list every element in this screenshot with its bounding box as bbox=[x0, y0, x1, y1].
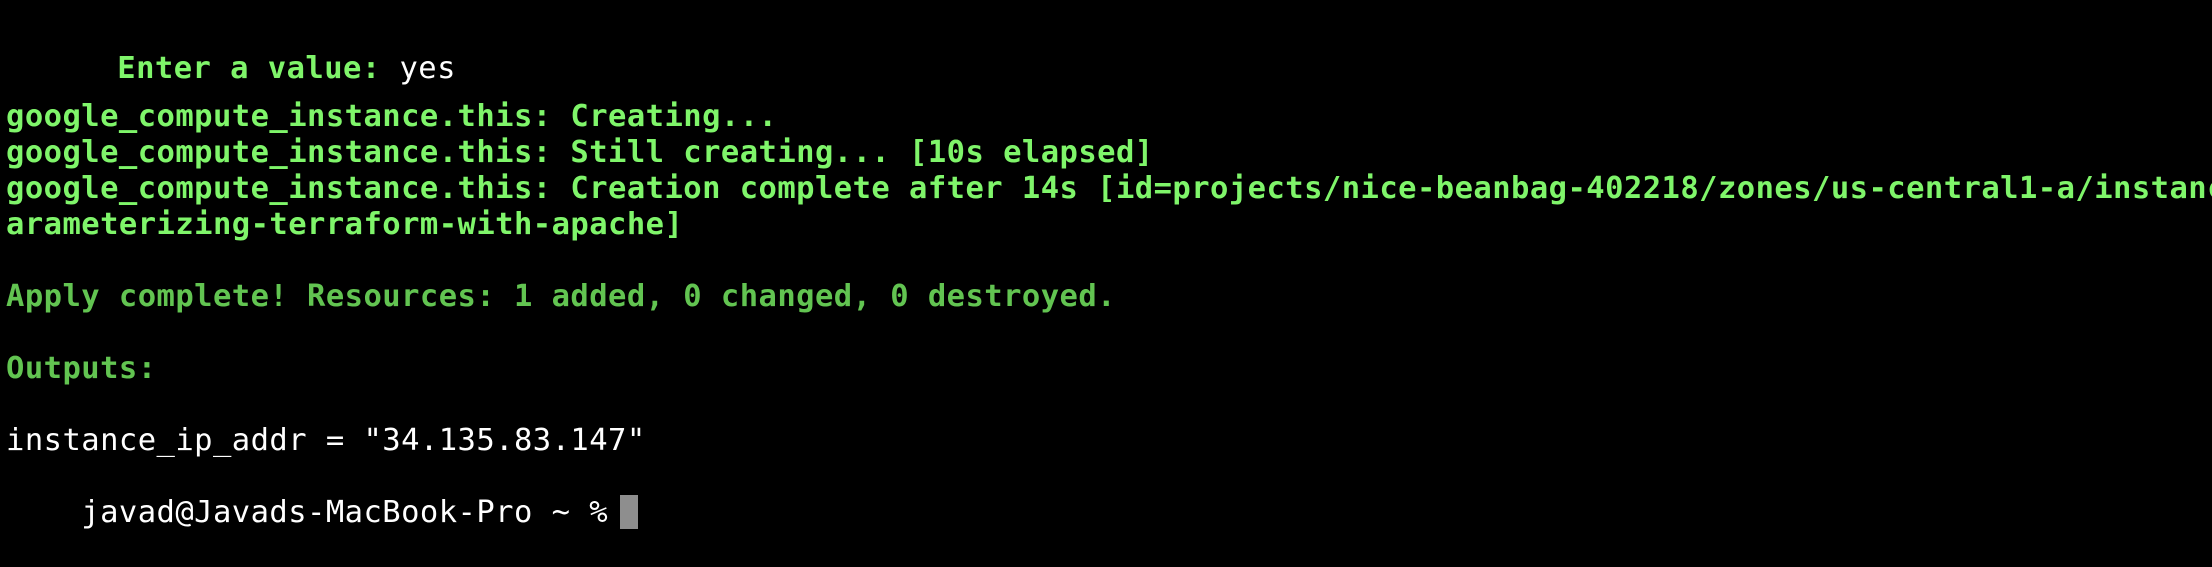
terminal-window[interactable]: Enter a value: yes google_compute_instan… bbox=[0, 0, 2212, 530]
output-value-line: instance_ip_addr = "34.135.83.147" bbox=[6, 423, 646, 458]
prompt-value: yes bbox=[399, 51, 456, 86]
log-line-continuation: arameterizing-terraform-with-apache] bbox=[6, 207, 684, 242]
cursor-block[interactable] bbox=[620, 494, 639, 529]
log-line-creation-complete: google_compute_instance.this: Creation c… bbox=[6, 171, 2212, 206]
outputs-header: Outputs: bbox=[6, 351, 157, 386]
shell-prompt-line[interactable]: javad@Javads-MacBook-Pro ~ % bbox=[6, 459, 639, 530]
prompt-label: Enter a value: bbox=[117, 51, 381, 86]
log-line-still-creating: google_compute_instance.this: Still crea… bbox=[6, 135, 1154, 170]
log-line-creating: google_compute_instance.this: Creating..… bbox=[6, 99, 778, 134]
prompt-line: Enter a value: yes bbox=[42, 15, 456, 86]
apply-summary: Apply complete! Resources: 1 added, 0 ch… bbox=[6, 279, 1116, 314]
shell-prompt: javad@Javads-MacBook-Pro ~ % bbox=[81, 495, 609, 530]
